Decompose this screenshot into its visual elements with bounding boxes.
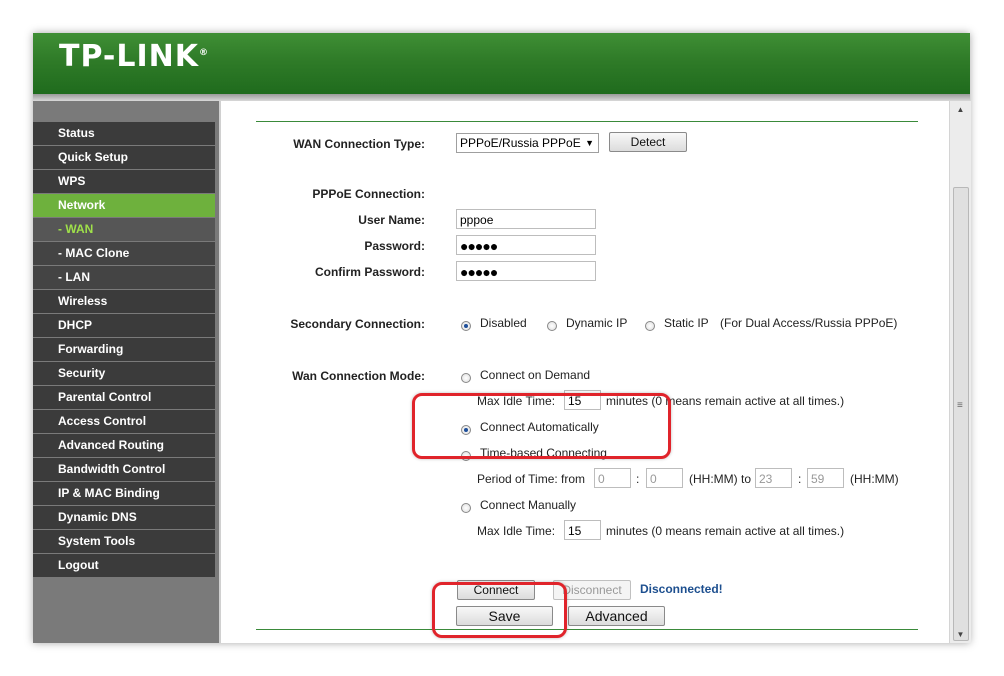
chevron-down-icon: ▼ [585, 138, 594, 148]
sidebar-item-security[interactable]: Security [33, 362, 215, 385]
from-hour-input[interactable]: 0 [594, 468, 631, 488]
on-demand-label: Connect on Demand [480, 368, 591, 382]
secondary-dynamic-radio[interactable] [547, 321, 557, 331]
secondary-static-radio[interactable] [645, 321, 655, 331]
highlight-box-auto [412, 393, 671, 459]
scroll-down-icon[interactable]: ▼ [950, 626, 971, 643]
sidebar: Status Quick Setup WPS Network - WAN - MAC Cl… [33, 101, 219, 643]
sidebar-item-forwarding[interactable]: Forwarding [33, 338, 215, 361]
secondary-disabled-radio[interactable] [461, 321, 471, 331]
to-hour-input[interactable]: 23 [755, 468, 792, 488]
advanced-button[interactable]: Advanced [568, 606, 665, 626]
wan-mode-label: Wan Connection Mode: [292, 369, 425, 383]
sidebar-item-wps[interactable]: WPS [33, 170, 215, 193]
header-banner: TP-LINK® [33, 33, 970, 94]
to-minute-input[interactable]: 59 [807, 468, 844, 488]
time-colon: : [798, 472, 802, 486]
wan-type-select[interactable]: PPPoE/Russia PPPoE ▼ [456, 133, 599, 153]
sidebar-item-status[interactable]: Status [33, 122, 215, 145]
password-label: Password: [364, 239, 425, 253]
router-admin-window: TP-LINK® Status Quick Setup WPS Network - WA… [33, 33, 971, 643]
sidebar-item-dynamic-dns[interactable]: Dynamic DNS [33, 506, 215, 529]
main-content: WAN Connection Type: PPPoE/Russia PPPoE ▼… [219, 101, 951, 643]
sidebar-item-lan[interactable]: - LAN [33, 266, 215, 289]
time-colon: : [636, 472, 640, 486]
secondary-note: (For Dual Access/Russia PPPoE) [720, 316, 898, 330]
secondary-connection-label: Secondary Connection: [290, 317, 425, 331]
tp-link-logo: TP-LINK® [59, 39, 210, 74]
header-divider [33, 94, 970, 101]
hhmm-label: (HH:MM) [850, 472, 899, 486]
top-divider [256, 121, 918, 122]
secondary-dynamic-label: Dynamic IP [566, 316, 628, 330]
bottom-divider [256, 629, 918, 630]
connection-status: Disconnected! [640, 582, 723, 596]
sidebar-item-ip-mac-binding[interactable]: IP & MAC Binding [33, 482, 215, 505]
connect-manually-label: Connect Manually [480, 498, 577, 512]
from-minute-input[interactable]: 0 [646, 468, 683, 488]
sidebar-item-bandwidth-control[interactable]: Bandwidth Control [33, 458, 215, 481]
sidebar-item-advanced-routing[interactable]: Advanced Routing [33, 434, 215, 457]
sidebar-item-dhcp[interactable]: DHCP [33, 314, 215, 337]
confirm-password-input[interactable]: ●●●●● [456, 261, 596, 281]
period-label: Period of Time: from [477, 472, 586, 486]
sidebar-item-wan[interactable]: - WAN [33, 218, 215, 241]
sidebar-item-access-control[interactable]: Access Control [33, 410, 215, 433]
sidebar-item-quick-setup[interactable]: Quick Setup [33, 146, 215, 169]
vertical-scrollbar[interactable]: ▲ ≡ ▼ [949, 101, 971, 643]
hhmm-to-label: (HH:MM) to [689, 472, 751, 486]
detect-button[interactable]: Detect [609, 132, 687, 152]
sidebar-item-mac-clone[interactable]: - MAC Clone [33, 242, 215, 265]
sidebar-item-parental-control[interactable]: Parental Control [33, 386, 215, 409]
secondary-static-label: Static IP [664, 316, 709, 330]
sidebar-item-system-tools[interactable]: System Tools [33, 530, 215, 553]
sidebar-menu: Status Quick Setup WPS Network - WAN - MAC Cl… [33, 122, 215, 578]
connect-manually-radio[interactable] [461, 503, 471, 513]
highlight-box-save [432, 582, 567, 638]
sidebar-item-logout[interactable]: Logout [33, 554, 215, 577]
pppoe-connection-label: PPPoE Connection: [312, 187, 425, 201]
confirm-password-label: Confirm Password: [314, 265, 425, 279]
secondary-disabled-label: Disabled [480, 316, 527, 330]
manual-idle-note: minutes (0 means remain active at all ti… [606, 524, 845, 538]
sidebar-item-wireless[interactable]: Wireless [33, 290, 215, 313]
manual-idle-label: Max Idle Time: [477, 524, 556, 538]
username-input[interactable]: pppoe [456, 209, 596, 229]
wan-type-label: WAN Connection Type: [293, 137, 425, 151]
password-input[interactable]: ●●●●● [456, 235, 596, 255]
scroll-up-icon[interactable]: ▲ [950, 101, 971, 118]
on-demand-radio[interactable] [461, 373, 471, 383]
sidebar-item-network[interactable]: Network [33, 194, 215, 217]
grip-icon: ≡ [957, 400, 963, 411]
manual-idle-input[interactable]: 15 [564, 520, 601, 540]
username-label: User Name: [358, 213, 425, 227]
scrollbar-thumb[interactable]: ≡ [953, 187, 969, 641]
